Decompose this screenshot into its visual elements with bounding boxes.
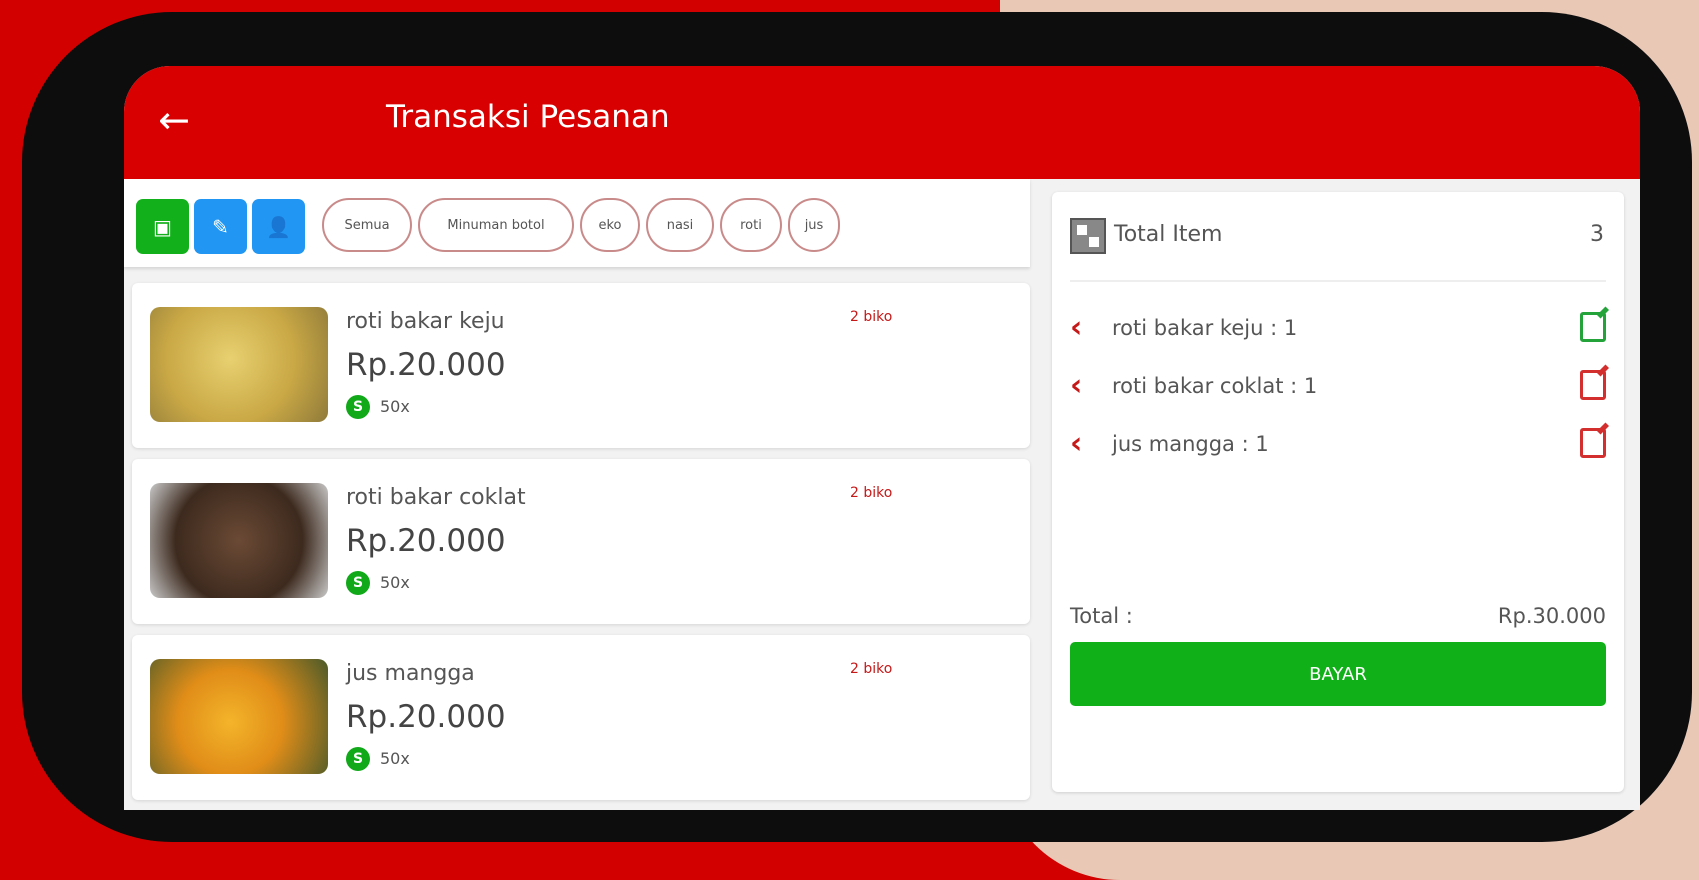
total-label: Total :	[1070, 604, 1133, 628]
edit-icon: ✎	[212, 214, 229, 239]
phone-frame: ← Transaksi Pesanan ▣ ✎ 👤 Semua Minuman …	[22, 12, 1692, 842]
category-chip-semua[interactable]: Semua	[322, 198, 412, 252]
product-image	[150, 483, 328, 598]
edit-item-icon[interactable]	[1580, 312, 1606, 342]
category-chip-minuman-botol[interactable]: Minuman botol	[418, 198, 574, 252]
stock-icon: S	[346, 747, 370, 771]
toolbar: ▣ ✎ 👤 Semua Minuman botol eko nasi roti …	[124, 179, 1030, 267]
app-screen: ← Transaksi Pesanan ▣ ✎ 👤 Semua Minuman …	[124, 66, 1640, 810]
arrow-left-icon[interactable]: ←	[152, 98, 196, 142]
product-name: roti bakar keju	[346, 309, 505, 334]
product-stock: 50x	[380, 397, 410, 416]
scan-button[interactable]: ▣	[136, 199, 189, 254]
chevron-left-icon[interactable]: ‹	[1070, 310, 1082, 345]
chevron-left-icon[interactable]: ‹	[1070, 368, 1082, 403]
product-stock: 50x	[380, 749, 410, 768]
product-price: Rp.20.000	[346, 699, 506, 735]
page-title: Transaksi Pesanan	[386, 99, 670, 135]
add-user-icon: 👤	[266, 214, 291, 239]
category-chip-eko[interactable]: eko	[580, 198, 640, 252]
product-image	[150, 307, 328, 422]
app-bar: ← Transaksi Pesanan	[124, 66, 1640, 179]
product-badge: 2 biko	[850, 485, 893, 501]
product-card[interactable]: jus mangga Rp.20.000 S 50x 2 biko	[132, 635, 1030, 800]
category-chip-jus[interactable]: jus	[788, 198, 840, 252]
product-name: jus mangga	[346, 661, 475, 686]
stock-icon: S	[346, 571, 370, 595]
product-badge: 2 biko	[850, 309, 893, 325]
qr-code-icon	[1070, 218, 1106, 254]
product-image	[150, 659, 328, 774]
total-value: Rp.30.000	[1497, 604, 1606, 628]
cart-item-text: jus mangga : 1	[1112, 432, 1269, 456]
edit-item-icon[interactable]	[1580, 428, 1606, 458]
total-item-label: Total Item	[1114, 222, 1223, 247]
product-card[interactable]: roti bakar keju Rp.20.000 S 50x 2 biko	[132, 283, 1030, 448]
scan-icon: ▣	[153, 214, 172, 239]
stock-icon: S	[346, 395, 370, 419]
cart-item: ‹ roti bakar coklat : 1	[1070, 368, 1606, 408]
product-price: Rp.20.000	[346, 523, 506, 559]
cart-item: ‹ roti bakar keju : 1	[1070, 310, 1606, 350]
edit-item-icon[interactable]	[1580, 370, 1606, 400]
add-user-button[interactable]: 👤	[252, 199, 305, 254]
product-name: roti bakar coklat	[346, 485, 526, 510]
chevron-left-icon[interactable]: ‹	[1070, 426, 1082, 461]
cart-item: ‹ jus mangga : 1	[1070, 426, 1606, 466]
total-item-count: 3	[1590, 222, 1604, 247]
product-panel: ▣ ✎ 👤 Semua Minuman botol eko nasi roti …	[124, 179, 1032, 810]
category-chip-nasi[interactable]: nasi	[646, 198, 714, 252]
edit-button[interactable]: ✎	[194, 199, 247, 254]
pay-button[interactable]: BAYAR	[1070, 642, 1606, 706]
product-price: Rp.20.000	[346, 347, 506, 383]
category-chip-roti[interactable]: roti	[720, 198, 782, 252]
divider	[1070, 280, 1606, 282]
cart-item-text: roti bakar keju : 1	[1112, 316, 1298, 340]
cart-panel: Total Item 3 ‹ roti bakar keju : 1 ‹ rot…	[1052, 192, 1624, 792]
cart-item-text: roti bakar coklat : 1	[1112, 374, 1318, 398]
product-badge: 2 biko	[850, 661, 893, 677]
product-stock: 50x	[380, 573, 410, 592]
product-card[interactable]: roti bakar coklat Rp.20.000 S 50x 2 biko	[132, 459, 1030, 624]
